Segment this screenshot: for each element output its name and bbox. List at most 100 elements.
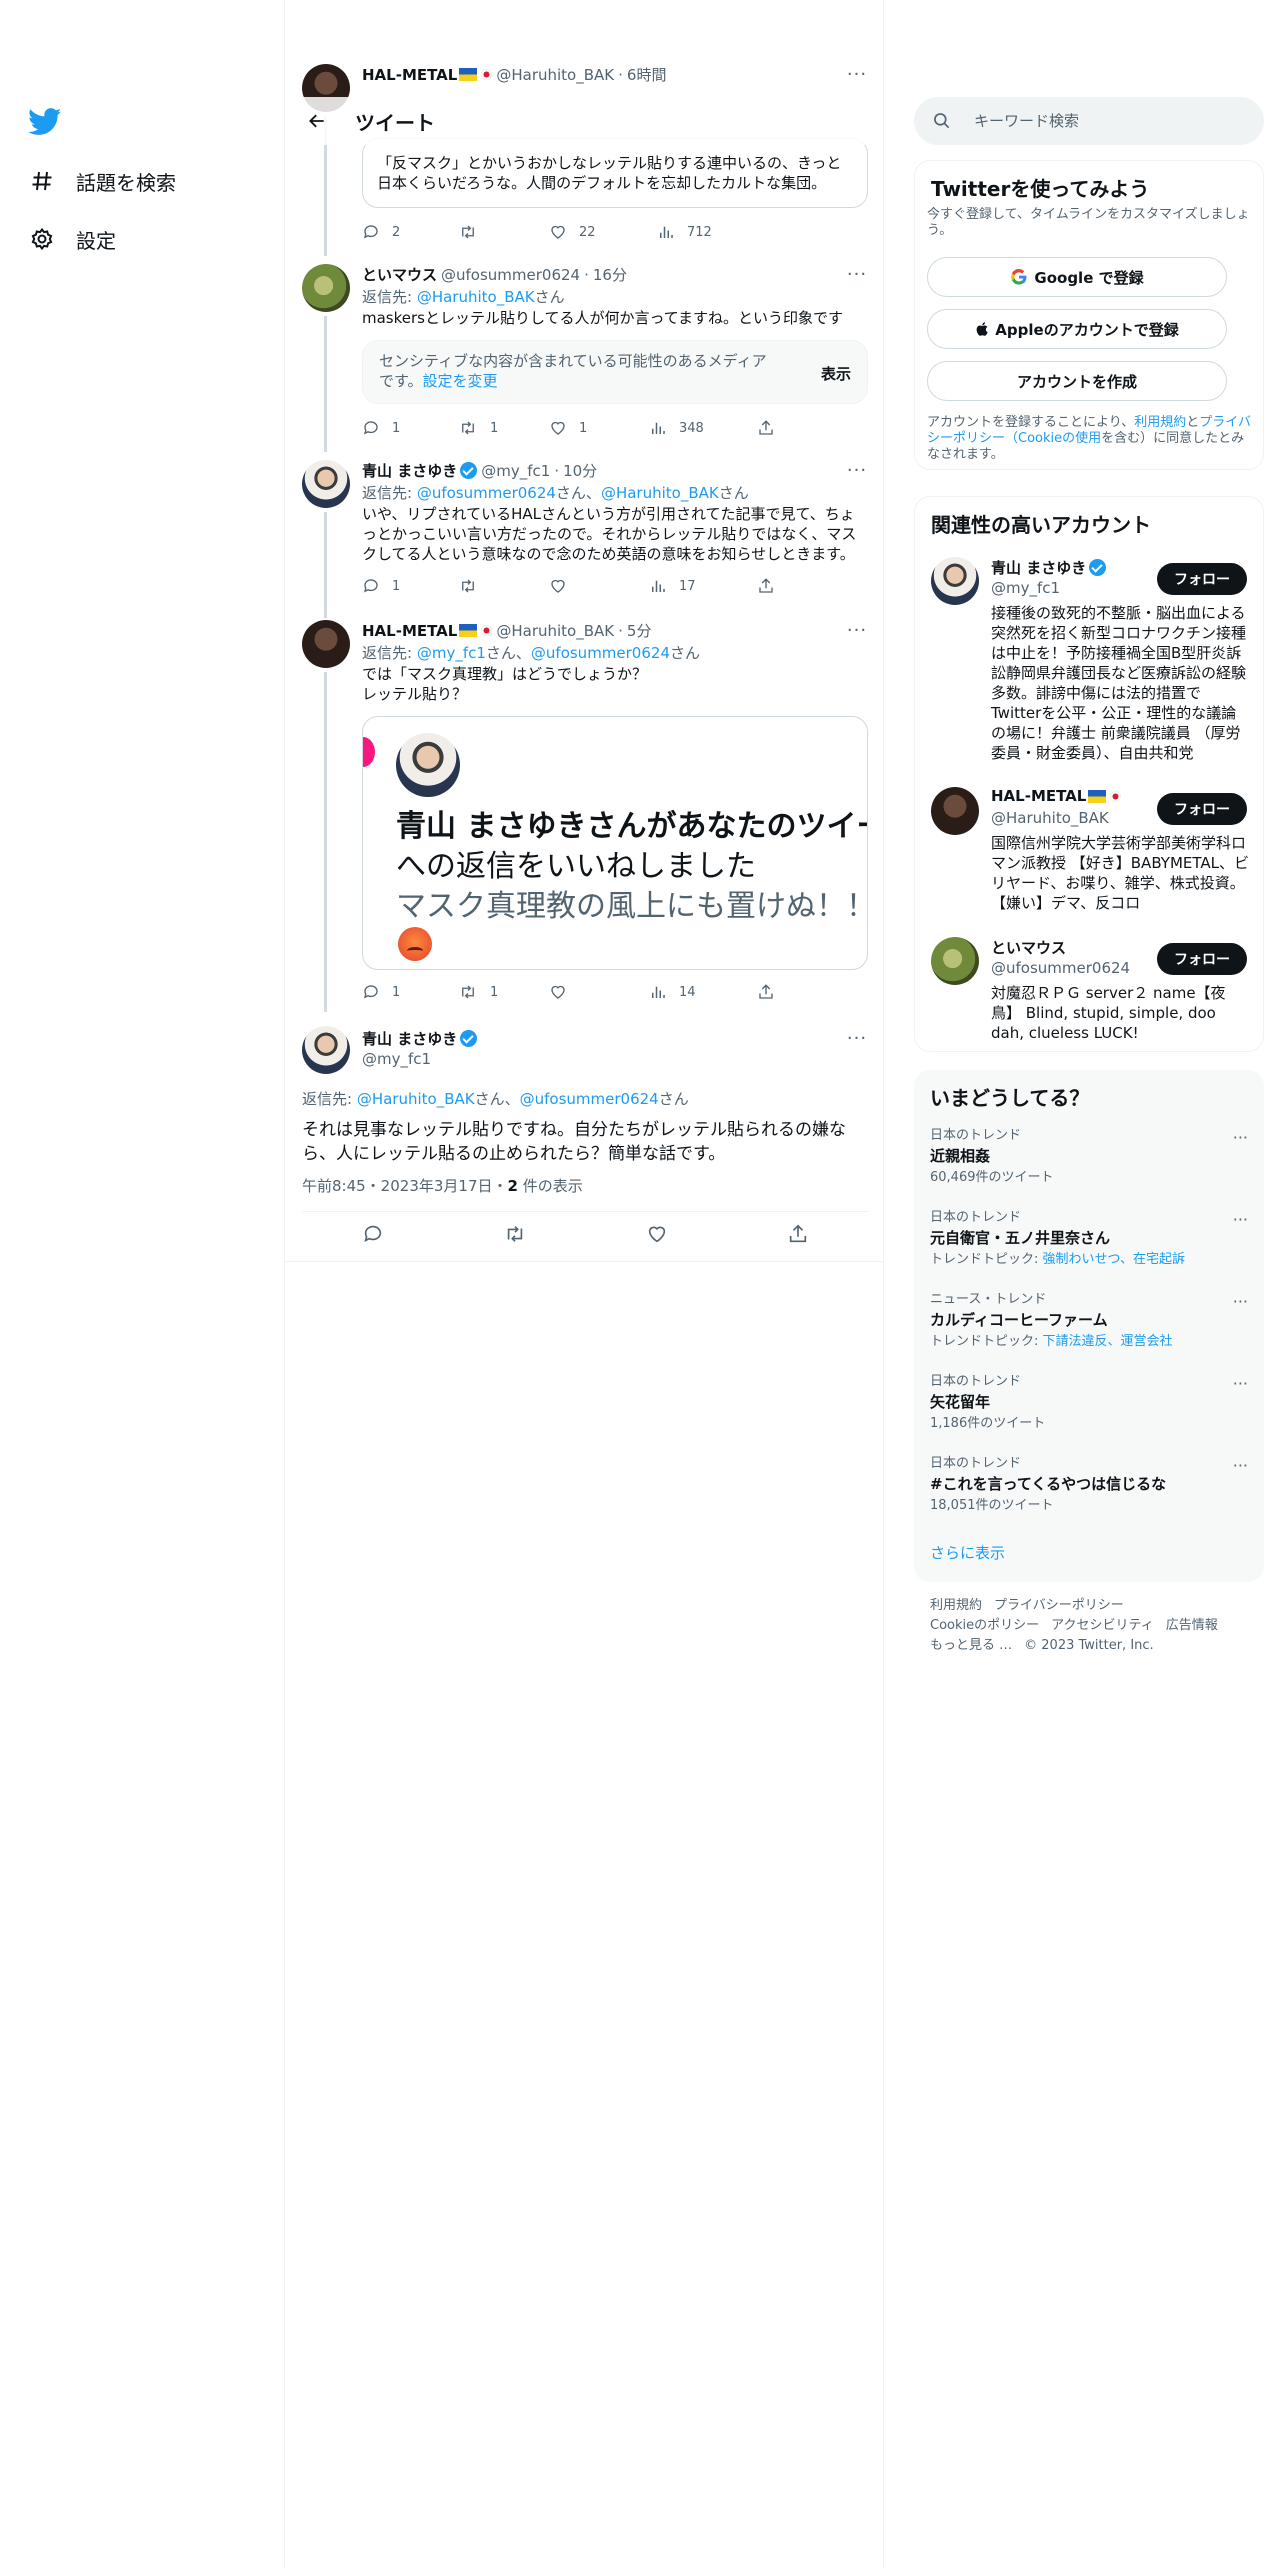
image-text-line-1: 青山 まさゆきさんがあなたのツイー [396,809,868,844]
retweet-button[interactable]: 1 [458,982,549,1002]
share-icon[interactable] [787,1223,809,1249]
views-button[interactable]: 17 [649,576,757,596]
follow-button[interactable]: フォロー [1157,793,1247,825]
apple-icon [976,322,988,336]
page-title: ツイート [355,110,435,135]
show-media-button[interactable]: 表示 [821,363,851,384]
trends-title: いまどうしてる？ [930,1086,1090,1110]
reply-button[interactable]: 1 [362,982,458,1002]
tweet-time[interactable]: 6時間 [627,64,667,85]
share-button[interactable] [757,576,775,596]
author-handle[interactable]: @ufosummer0624 [441,266,580,284]
author-handle[interactable]: @my_fc1 [362,1050,431,1068]
retweet-button[interactable] [458,576,549,596]
views-button[interactable]: 348 [649,418,757,438]
follow-button[interactable]: フォロー [1157,563,1247,595]
more-options-icon[interactable]: ··· [1233,1210,1248,1229]
more-options-icon[interactable]: ··· [1233,1456,1248,1475]
trend-item[interactable]: 日本のトレンド #これを言ってくるやつは信じるな 18,051件のツイート ··… [930,1456,1248,1514]
nav-explore[interactable]: 話題を検索 [28,161,176,201]
mention-link[interactable]: @ufosummer0624 [531,644,670,662]
more-options-icon[interactable]: ··· [845,264,869,285]
change-settings-link[interactable]: 設定を変更 [423,372,498,390]
trend-item[interactable]: 日本のトレンド 矢花留年 1,186件のツイート ··· [930,1374,1248,1432]
mention-link[interactable]: @ufosummer0624 [417,484,556,502]
show-more-link[interactable]: さらに表示 [930,1542,1005,1563]
reply-button[interactable]: 2 [362,222,458,242]
author-name[interactable]: 青山 まさゆき [362,460,457,481]
google-signup-button[interactable]: Google で登録 [927,257,1227,297]
quoted-tweet-text: 「反マスク」とかいうおかしなレッテル貼りする連中いるの、きっと日本くらいだろうな… [377,154,842,192]
thread-tweet-1[interactable]: HAL-METAL @Haruhito_BAK · 6時間 ··· 「反マスク」… [285,60,883,256]
more-options-icon[interactable]: ··· [845,620,869,641]
share-button[interactable] [757,418,775,438]
like-button[interactable]: 22 [549,222,657,242]
tweet-time[interactable]: 10分 [563,460,597,481]
tweet-header: HAL-METAL @Haruhito_BAK · 6時間 [362,64,667,85]
mention-link[interactable]: @Haruhito_BAK [357,1090,475,1108]
reply-button[interactable]: 1 [362,576,458,596]
reply-button[interactable]: 1 [362,418,458,438]
tweet-header: HAL-METAL @Haruhito_BAK · 5分 [362,620,652,641]
avatar[interactable] [302,264,350,312]
terms-link[interactable]: 利用規約 [1134,415,1186,430]
thread-tweet-2[interactable]: といマウス @ufosummer0624 · 16分 ··· 返信先: @Har… [285,262,883,452]
tweet-time[interactable]: 5分 [627,620,652,641]
quoted-tweet-card[interactable]: 「反マスク」とかいうおかしなレッテル貼りする連中いるの、きっと日本くらいだろうな… [362,138,868,208]
mention-link[interactable]: @ufosummer0624 [520,1090,659,1108]
mention-link[interactable]: @my_fc1 [417,644,486,662]
like-button[interactable]: 1 [549,418,649,438]
trend-item[interactable]: 日本のトレンド 近親相姦 60,469件のツイート ··· [930,1128,1248,1186]
mention-link[interactable]: @Haruhito_BAK [601,484,719,502]
author-handle[interactable]: @Haruhito_BAK [496,622,614,640]
retweet-button[interactable]: 1 [458,418,549,438]
thread-tweet-4[interactable]: HAL-METAL @Haruhito_BAK · 5分 ··· 返信先: @m… [285,618,883,1022]
share-button[interactable] [757,982,775,1002]
heart-icon[interactable] [646,1223,668,1249]
signup-panel: Twitterを使ってみよう 今すぐ登録して、タイムラインをカスタマイズしましょ… [914,160,1264,470]
follow-button[interactable]: フォロー [1157,943,1247,975]
twitter-logo-icon[interactable] [28,108,64,138]
trend-item[interactable]: 日本のトレンド 元自衛官・五ノ井里奈さん トレンドトピック: 強制わいせつ、在宅… [930,1210,1248,1268]
tweet-image[interactable]: 青山 まさゆきさんがあなたのツイー への返信をいいねしました マスク真理教の風上… [362,716,868,970]
reply-icon[interactable] [362,1223,384,1249]
views-icon [660,226,673,238]
author-name[interactable]: といマウス [362,264,437,285]
author-name[interactable]: HAL-METAL [362,622,457,640]
more-options-icon[interactable]: ··· [845,64,869,85]
trend-item[interactable]: ニュース・トレンド カルディコーヒーファーム トレンドトピック: 下請法違反、運… [930,1292,1248,1350]
retweet-icon[interactable] [503,1223,527,1249]
back-arrow-icon[interactable] [299,103,335,139]
avatar[interactable] [931,937,979,985]
author-name[interactable]: 青山 まさゆき [362,1028,457,1049]
views-button[interactable]: 14 [649,982,757,1002]
tweet-time[interactable]: 16分 [593,264,627,285]
mention-link[interactable]: @Haruhito_BAK [417,288,535,306]
search-bar[interactable] [914,97,1264,145]
nav-settings[interactable]: 設定 [28,219,116,259]
more-options-icon[interactable]: ··· [1233,1128,1248,1147]
tweet-timestamp[interactable]: 午前8:45・2023年3月17日・ [302,1177,508,1195]
more-options-icon[interactable]: ··· [1233,1374,1248,1393]
like-button[interactable] [549,982,649,1002]
verified-badge-icon [1089,559,1107,576]
author-name[interactable]: HAL-METAL [362,66,457,84]
avatar[interactable] [931,787,979,835]
more-options-icon[interactable]: ··· [1233,1292,1248,1311]
avatar[interactable] [302,1026,350,1074]
nav-settings-label: 設定 [76,228,116,253]
create-account-button[interactable]: アカウントを作成 [927,361,1227,401]
avatar[interactable] [931,557,979,605]
retweet-button[interactable] [458,222,549,242]
author-handle[interactable]: @my_fc1 [481,462,550,480]
search-input[interactable] [974,112,1234,130]
thread-tweet-3[interactable]: 青山 まさゆき @my_fc1 · 10分 ··· 返信先: @ufosumme… [285,458,883,618]
author-handle[interactable]: @Haruhito_BAK [496,66,614,84]
more-options-icon[interactable]: ··· [845,460,869,481]
apple-signup-button[interactable]: Appleのアカウントで登録 [927,309,1227,349]
avatar[interactable] [302,620,350,668]
views-button[interactable]: 712 [657,222,757,242]
like-button[interactable] [549,576,649,596]
more-options-icon[interactable]: ··· [845,1028,869,1049]
avatar[interactable] [302,460,350,508]
